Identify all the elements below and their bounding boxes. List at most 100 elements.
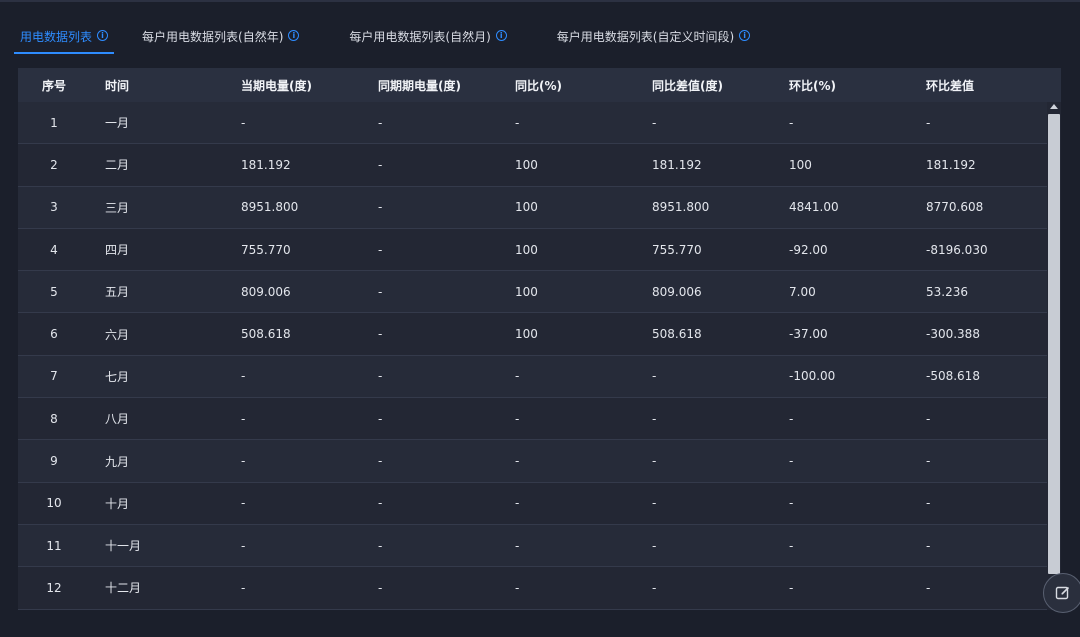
cell-mom-percent: -: [789, 411, 794, 426]
cell-mom-diff: -: [926, 538, 931, 553]
column-header-time[interactable]: 时间: [90, 77, 241, 94]
cell-mom-percent: -: [789, 454, 794, 469]
cell-index: 1: [50, 115, 58, 130]
tab-label: 每户用电数据列表(自定义时间段): [556, 30, 735, 44]
cell-mom-diff: 53.236: [926, 284, 968, 299]
cell-prior-usage: -: [378, 115, 383, 130]
cell-current-usage: -: [241, 580, 246, 595]
tab-label: 每户用电数据列表(自然年): [142, 30, 284, 44]
cell-yoy-diff: -: [652, 115, 657, 130]
cell-yoy-diff: 508.618: [652, 327, 702, 342]
cell-index: 3: [50, 200, 58, 215]
column-header-mom-diff[interactable]: 环比差值: [926, 77, 1047, 94]
column-header-yoy-diff[interactable]: 同比差值(度): [652, 77, 789, 94]
cell-current-usage: -: [241, 369, 246, 384]
scrollbar-thumb[interactable]: [1048, 114, 1060, 574]
cell-prior-usage: -: [378, 580, 383, 595]
cell-current-usage: 809.006: [241, 284, 291, 299]
cell-current-usage: 181.192: [241, 157, 291, 172]
table-row[interactable]: 3 三月 8951.800 - 100 8951.800 4841.00 8770.608: [18, 186, 1047, 229]
cell-mom-diff: -8196.030: [926, 242, 988, 257]
table-row[interactable]: 7 七月 - - - - -100.00 -508.618: [18, 355, 1047, 399]
cell-mom-percent: -: [789, 580, 794, 595]
cell-mom-percent: -37.00: [789, 327, 828, 342]
table-row[interactable]: 5 五月 809.006 - 100 809.006 7.00 53.236: [18, 271, 1047, 314]
cell-yoy-percent: -: [515, 538, 520, 553]
info-icon[interactable]: i: [97, 30, 109, 41]
cell-time: 八月: [105, 412, 130, 427]
cell-yoy-diff: -: [652, 580, 657, 595]
cell-yoy-diff: -: [652, 496, 657, 511]
cell-yoy-diff: 809.006: [652, 284, 702, 299]
cell-mom-percent: -: [789, 115, 794, 130]
cell-yoy-percent: -: [515, 369, 520, 384]
table-row[interactable]: 6 六月 508.618 - 100 508.618 -37.00 -300.388: [18, 313, 1047, 356]
table-row[interactable]: 1 一月 - - - - - -: [18, 102, 1047, 145]
cell-index: 11: [46, 538, 62, 553]
cell-yoy-diff: -: [652, 538, 657, 553]
cell-current-usage: 755.770: [241, 242, 291, 257]
cell-yoy-percent: 100: [515, 327, 538, 342]
tab-household-custom[interactable]: 每户用电数据列表(自定义时间段) i: [551, 20, 756, 54]
table-row[interactable]: 9 九月 - - - - - -: [18, 440, 1047, 483]
table-row[interactable]: 12 十二月 - - - - - -: [18, 567, 1047, 610]
tab-label: 每户用电数据列表(自然月): [349, 30, 491, 44]
cell-index: 6: [50, 327, 58, 342]
cell-current-usage: -: [241, 496, 246, 511]
cell-mom-diff: -: [926, 115, 931, 130]
cell-time: 五月: [105, 285, 130, 300]
cell-yoy-percent: -: [515, 496, 520, 511]
cell-yoy-percent: -: [515, 580, 520, 595]
cell-current-usage: -: [241, 115, 246, 130]
table-row[interactable]: 4 四月 755.770 - 100 755.770 -92.00 -8196.030: [18, 229, 1047, 272]
cell-time: 七月: [105, 369, 130, 384]
cell-prior-usage: -: [378, 454, 383, 469]
cell-yoy-percent: -: [515, 115, 520, 130]
cell-index: 4: [50, 242, 58, 257]
cell-index: 9: [50, 454, 58, 469]
table-row[interactable]: 11 十一月 - - - - - -: [18, 524, 1047, 568]
cell-time: 六月: [105, 327, 130, 342]
cell-mom-diff: -: [926, 411, 931, 426]
cell-prior-usage: -: [378, 496, 383, 511]
vertical-scrollbar[interactable]: [1047, 102, 1061, 610]
table-row[interactable]: 10 十月 - - - - - -: [18, 483, 1047, 525]
column-header-mom-percent[interactable]: 环比(%): [789, 77, 926, 94]
table-header: 序号 时间 当期电量(度) 同期期电量(度) 同比(%) 同比差值(度) 环比(…: [18, 68, 1061, 102]
cell-index: 5: [50, 284, 58, 299]
table-row[interactable]: 2 二月 181.192 - 100 181.192 100 181.192: [18, 144, 1047, 187]
cell-yoy-percent: -: [515, 454, 520, 469]
cell-index: 8: [50, 411, 58, 426]
info-icon[interactable]: i: [495, 30, 507, 41]
column-header-index[interactable]: 序号: [18, 77, 90, 94]
cell-mom-diff: -: [926, 496, 931, 511]
cell-yoy-percent: 100: [515, 284, 538, 299]
cell-prior-usage: -: [378, 157, 383, 172]
info-icon[interactable]: i: [288, 30, 300, 41]
tab-household-monthly[interactable]: 每户用电数据列表(自然月) i: [343, 20, 512, 54]
tab-usage-list[interactable]: 用电数据列表 i: [14, 20, 115, 54]
cell-time: 三月: [105, 200, 130, 215]
scroll-up-arrow-icon[interactable]: [1050, 104, 1058, 109]
cell-yoy-percent: 100: [515, 242, 538, 257]
cell-index: 12: [46, 580, 62, 595]
cell-time: 一月: [105, 116, 130, 131]
cell-index: 7: [50, 369, 58, 384]
cell-time: 十一月: [105, 539, 142, 554]
column-header-yoy-percent[interactable]: 同比(%): [515, 77, 652, 94]
edit-button[interactable]: [1043, 573, 1080, 613]
tab-label: 用电数据列表: [20, 30, 93, 44]
column-header-prior-usage[interactable]: 同期期电量(度): [378, 77, 515, 94]
tab-household-yearly[interactable]: 每户用电数据列表(自然年) i: [136, 20, 305, 54]
info-icon[interactable]: i: [739, 30, 751, 41]
cell-yoy-percent: 100: [515, 200, 538, 215]
cell-current-usage: -: [241, 454, 246, 469]
cell-yoy-diff: -: [652, 411, 657, 426]
table-row[interactable]: 8 八月 - - - - - -: [18, 398, 1047, 441]
cell-current-usage: 8951.800: [241, 200, 299, 215]
cell-mom-percent: 100: [789, 157, 812, 172]
cell-time: 十二月: [105, 581, 142, 596]
cell-mom-percent: -: [789, 496, 794, 511]
column-header-current-usage[interactable]: 当期电量(度): [241, 77, 378, 94]
cell-prior-usage: -: [378, 369, 383, 384]
